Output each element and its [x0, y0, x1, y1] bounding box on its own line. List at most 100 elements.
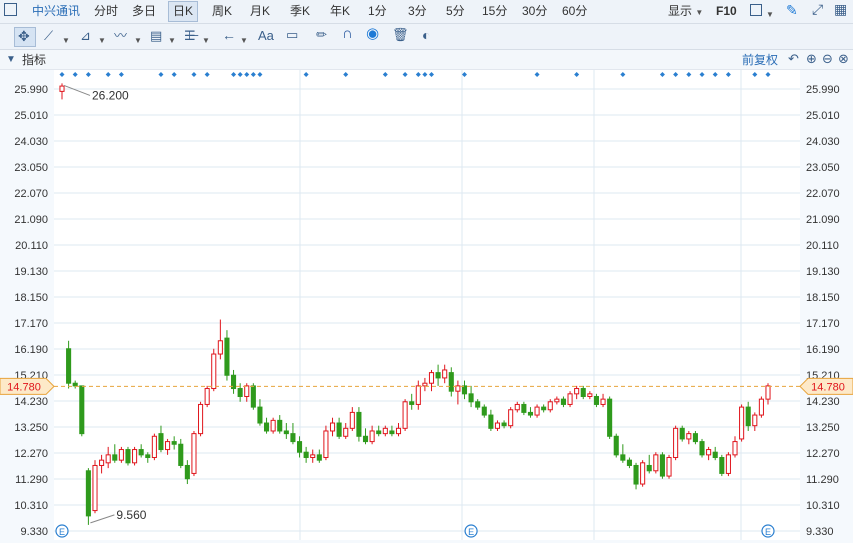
trash-icon[interactable]: 🗑: [392, 27, 409, 43]
fib-tool-icon[interactable]: ▤: [150, 28, 162, 44]
y-tick-label-right: 25.990: [806, 84, 840, 96]
candle-body: [607, 398, 613, 437]
candle-body: [118, 449, 124, 461]
y-tick-label-left: 17.170: [14, 318, 48, 330]
chevron-down-icon[interactable]: ▼: [98, 33, 106, 49]
candle-body: [706, 449, 712, 456]
candle-body: [72, 382, 78, 387]
period-tab-6[interactable]: 年K: [330, 3, 350, 20]
comment-icon[interactable]: ▭: [286, 27, 298, 43]
period-tab-0[interactable]: 分时: [94, 3, 118, 20]
candle-body: [415, 385, 421, 405]
y-tick-label-left: 16.190: [14, 344, 48, 356]
period-tab-5[interactable]: 季K: [290, 3, 310, 20]
candle-body: [85, 470, 91, 517]
candle-body: [99, 459, 105, 466]
period-tab-12[interactable]: 60分: [562, 3, 587, 20]
y-tick-label-left: 23.050: [14, 162, 48, 174]
measure-tool-icon[interactable]: ⊢: [188, 28, 199, 44]
candle-body: [66, 348, 72, 384]
eraser-icon[interactable]: ✏: [316, 27, 327, 43]
max-price-label: 26.200: [92, 88, 129, 102]
indicator-label[interactable]: 指标: [22, 52, 46, 69]
y-tick-label-left: 19.130: [14, 266, 48, 278]
chevron-down-icon[interactable]: ▼: [168, 33, 176, 49]
magnet-icon[interactable]: ∩: [342, 26, 353, 42]
chevron-down-icon[interactable]: ▼: [202, 33, 210, 49]
period-tab-8[interactable]: 3分: [408, 3, 427, 20]
adjust-mode-button[interactable]: 前复权: [742, 52, 778, 69]
expand-icon[interactable]: ⤢: [812, 1, 823, 17]
candle-body: [501, 422, 507, 427]
candle-body: [336, 422, 342, 437]
candle-body: [270, 419, 276, 432]
collapse-chevron-icon[interactable]: ▼: [6, 52, 16, 68]
ray-tool-icon[interactable]: ⊿: [80, 28, 91, 44]
candle-body: [356, 411, 362, 437]
candle-body: [739, 406, 745, 440]
candle-body: [257, 406, 263, 424]
y-tick-label-left: 11.290: [15, 474, 48, 486]
candle-body: [719, 457, 725, 474]
chevron-down-icon[interactable]: ▼: [240, 33, 248, 49]
candle-body: [673, 427, 679, 459]
candle-body: [679, 427, 685, 440]
stock-name[interactable]: 中兴通讯: [32, 3, 80, 20]
candle-body: [178, 443, 184, 466]
candle-body: [237, 388, 243, 397]
close-icon[interactable]: ⊗: [838, 51, 849, 67]
candle-body: [369, 430, 375, 443]
candle-body: [277, 419, 283, 432]
period-tab-2[interactable]: 日K: [168, 1, 199, 22]
candle-body: [752, 414, 758, 427]
y-tick-label-left: 10.310: [14, 500, 48, 512]
candle-body: [376, 430, 382, 435]
undo-icon[interactable]: ↶: [788, 51, 799, 67]
candle-body: [527, 411, 534, 416]
period-tab-7[interactable]: 1分: [368, 3, 387, 20]
candle-body: [211, 353, 217, 390]
y-tick-label-right: 9.330: [806, 526, 834, 538]
text-tool-icon[interactable]: Aa: [258, 28, 274, 44]
candle-body: [329, 422, 336, 432]
period-tab-10[interactable]: 15分: [482, 3, 507, 20]
kline-chart-svg[interactable]: 25.990 25.990 25.010 25.010 24.030 24.030 23.0…: [0, 70, 853, 540]
chevron-down-icon[interactable]: ▼: [766, 7, 774, 23]
chevron-down-icon[interactable]: ▼: [62, 33, 70, 49]
zoom-in-icon[interactable]: ⊕: [806, 51, 817, 67]
wave-tool-icon[interactable]: 〰: [114, 28, 127, 44]
y-tick-label-left: 24.030: [14, 136, 48, 148]
eye-icon[interactable]: ◉: [366, 26, 379, 42]
candle-body: [448, 372, 454, 392]
arrow-tool-icon[interactable]: ←: [222, 27, 236, 43]
panel-toggle-icon[interactable]: [4, 3, 17, 16]
y-tick-label-right: 23.050: [806, 162, 840, 174]
layout-box-icon[interactable]: [750, 4, 762, 16]
pen-icon[interactable]: ✎: [786, 2, 798, 18]
candle-body: [541, 406, 547, 411]
candle-body: [263, 422, 270, 432]
period-tab-9[interactable]: 5分: [446, 3, 465, 20]
f10-button[interactable]: F10: [716, 3, 737, 20]
y-tick-label-left: 12.270: [14, 448, 48, 460]
toggle-icon[interactable]: ◐: [422, 27, 430, 43]
period-tab-4[interactable]: 月K: [250, 3, 270, 20]
candle-body: [204, 388, 210, 405]
line-tool-icon[interactable]: ⟋: [44, 28, 53, 44]
candle-body: [105, 454, 111, 464]
period-tab-3[interactable]: 周K: [212, 3, 232, 20]
candle-body: [158, 433, 164, 451]
period-tab-11[interactable]: 30分: [522, 3, 547, 20]
kline-chart[interactable]: 25.990 25.990 25.010 25.010 24.030 24.030 23.0…: [0, 70, 853, 540]
zoom-out-icon[interactable]: ⊖: [822, 51, 833, 67]
crosshair-move-icon: ✥: [18, 28, 30, 44]
candle-body: [692, 433, 698, 443]
display-menu[interactable]: 显示 ▼: [668, 3, 703, 20]
chevron-down-icon[interactable]: ▼: [134, 33, 142, 49]
indicator-bar: ▼ 指标 前复权 ↶ ⊕ ⊖ ⊗: [0, 50, 853, 70]
y-tick-label-right: 10.310: [806, 500, 840, 512]
candle-body: [468, 393, 474, 403]
current-price-label-left: 14.780: [7, 381, 41, 393]
grid-icon[interactable]: ▦: [834, 1, 847, 17]
period-tab-1[interactable]: 多日: [132, 3, 156, 20]
